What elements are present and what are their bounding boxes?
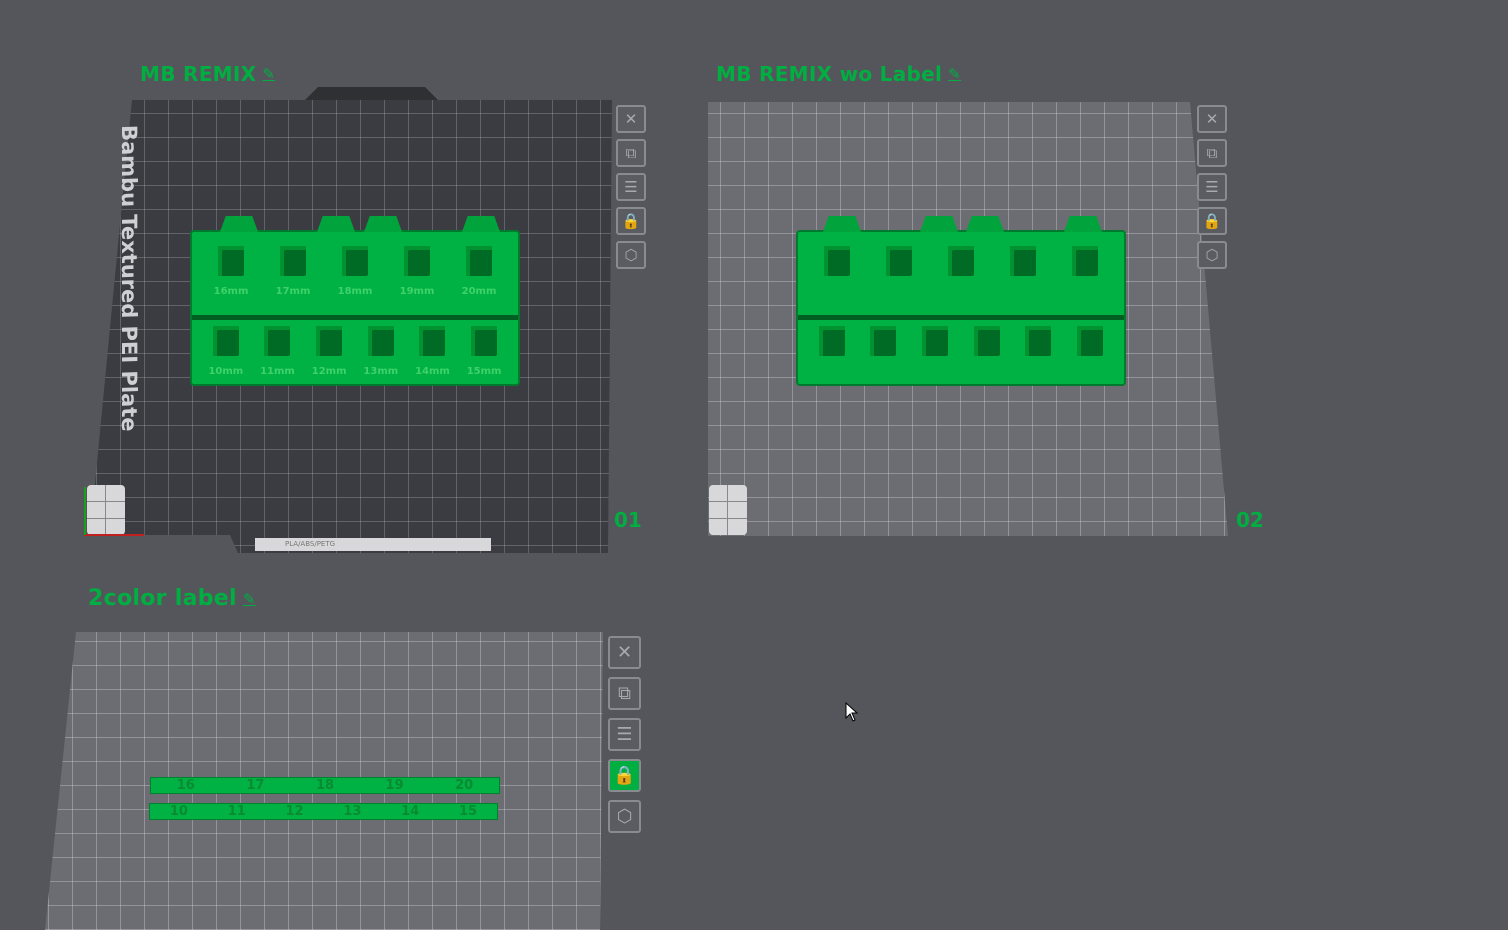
bar-label: 16 xyxy=(176,778,195,793)
lock-button[interactable]: 🔒 xyxy=(616,207,646,235)
origin-marker xyxy=(87,485,125,535)
pocket-label: 16mm xyxy=(213,286,249,297)
bottom-row: 10mm 11mm 12mm 13mm 14mm 15mm xyxy=(200,326,510,377)
x-axis xyxy=(84,534,144,536)
pocket-label: 19mm xyxy=(399,286,435,297)
model-mb-remix-wo-label[interactable]: 16mm 17mm 18mm 19mm 20mm 10mm 11mm 12mm … xyxy=(796,216,1126,386)
bar-label: 19 xyxy=(385,778,404,793)
arrange-button[interactable]: ☰ xyxy=(1197,173,1227,201)
bar-label: 11 xyxy=(227,804,246,819)
bar-label: 10 xyxy=(169,804,188,819)
plate-name: 2color label xyxy=(88,586,237,611)
auto-orient-button[interactable]: ⧉ xyxy=(616,139,646,167)
pocket-label: 16mm xyxy=(819,286,855,297)
plate-type-label: Bambu Textured PEI Plate xyxy=(117,124,141,432)
pocket-label: 13mm xyxy=(969,366,1005,377)
pocket-label: 15mm xyxy=(1072,366,1108,377)
bar-label: 17 xyxy=(246,778,265,793)
close-plate-button[interactable]: ✕ xyxy=(616,105,646,133)
pocket-label: 14mm xyxy=(1021,366,1056,377)
pocket-label: 17mm xyxy=(881,286,917,297)
plate-2-toolbar: ✕ ⧉ ☰ 🔒 ⬡ xyxy=(1197,105,1227,275)
plate-settings-button[interactable]: ⬡ xyxy=(1197,241,1227,269)
mouse-cursor-icon xyxy=(845,702,859,722)
pocket-label: 18mm xyxy=(337,286,373,297)
pocket-label: 10mm xyxy=(814,366,850,377)
plate-1-title: MB REMIX ✎ xyxy=(140,62,275,86)
pocket-label: 11mm xyxy=(866,366,901,377)
auto-orient-button[interactable]: ⧉ xyxy=(608,677,641,710)
origin-marker xyxy=(709,485,747,535)
top-row: 16mm 17mm 18mm 19mm 20mm xyxy=(806,246,1116,297)
plate-1-toolbar: ✕ ⧉ ☰ 🔒 ⬡ xyxy=(616,105,646,275)
bar-label: 18 xyxy=(315,778,335,793)
plate-3-toolbar: ✕ ⧉ ☰ 🔒 ⬡ xyxy=(608,636,641,841)
plate-name: MB REMIX xyxy=(140,62,257,86)
plate-name: MB REMIX wo Label xyxy=(716,62,943,86)
bar-label: 15 xyxy=(459,804,478,819)
label-bar-bottom[interactable]: 10 11 12 13 14 15 xyxy=(149,803,498,820)
pocket-label: 11mm xyxy=(260,366,295,377)
lock-button[interactable]: 🔒 xyxy=(1197,207,1227,235)
bar-label: 20 xyxy=(455,778,474,793)
arrange-button[interactable]: ☰ xyxy=(616,173,646,201)
edit-name-icon[interactable]: ✎ xyxy=(262,65,275,83)
pocket-label: 12mm xyxy=(917,366,953,377)
edit-name-icon[interactable]: ✎ xyxy=(243,590,256,608)
top-row: 16mm 17mm 18mm 19mm 20mm xyxy=(200,246,510,297)
pocket-label: 15mm xyxy=(466,366,502,377)
auto-orient-button[interactable]: ⧉ xyxy=(1197,139,1227,167)
plate-info-strip: PLA/ABS/PETG xyxy=(255,538,491,551)
pocket-label: 10mm xyxy=(208,366,244,377)
plate-settings-button[interactable]: ⬡ xyxy=(616,241,646,269)
bottom-row: 10mm 11mm 12mm 13mm 14mm 15mm xyxy=(806,326,1116,377)
pocket-label: 19mm xyxy=(1005,286,1041,297)
plate-settings-button[interactable]: ⬡ xyxy=(608,800,641,833)
pocket-label: 17mm xyxy=(275,286,311,297)
pocket-label: 20mm xyxy=(1067,286,1103,297)
bar-label: 14 xyxy=(401,804,420,819)
model-mb-remix[interactable]: 16mm 17mm 18mm 19mm 20mm 10mm 11mm 12mm … xyxy=(190,216,520,386)
edit-name-icon[interactable]: ✎ xyxy=(948,65,961,83)
pocket-label: 18mm xyxy=(943,286,979,297)
pocket-label: 13mm xyxy=(363,366,399,377)
close-plate-button[interactable]: ✕ xyxy=(1197,105,1227,133)
bar-label: 13 xyxy=(343,804,362,819)
plate-number: 02 xyxy=(1236,508,1264,532)
bar-label: 12 xyxy=(285,804,304,819)
y-axis xyxy=(84,487,86,535)
plate-3-title: 2color label ✎ xyxy=(88,586,256,611)
arrange-button[interactable]: ☰ xyxy=(608,718,641,751)
plate-2-title: MB REMIX wo Label ✎ xyxy=(716,62,961,86)
plate-number: 01 xyxy=(614,508,642,532)
label-bar-top[interactable]: 16 17 18 19 20 xyxy=(150,777,500,794)
pocket-label: 14mm xyxy=(415,366,450,377)
close-plate-button[interactable]: ✕ xyxy=(608,636,641,669)
pocket-label: 12mm xyxy=(311,366,347,377)
pocket-label: 20mm xyxy=(461,286,497,297)
lock-button[interactable]: 🔒 xyxy=(608,759,641,792)
